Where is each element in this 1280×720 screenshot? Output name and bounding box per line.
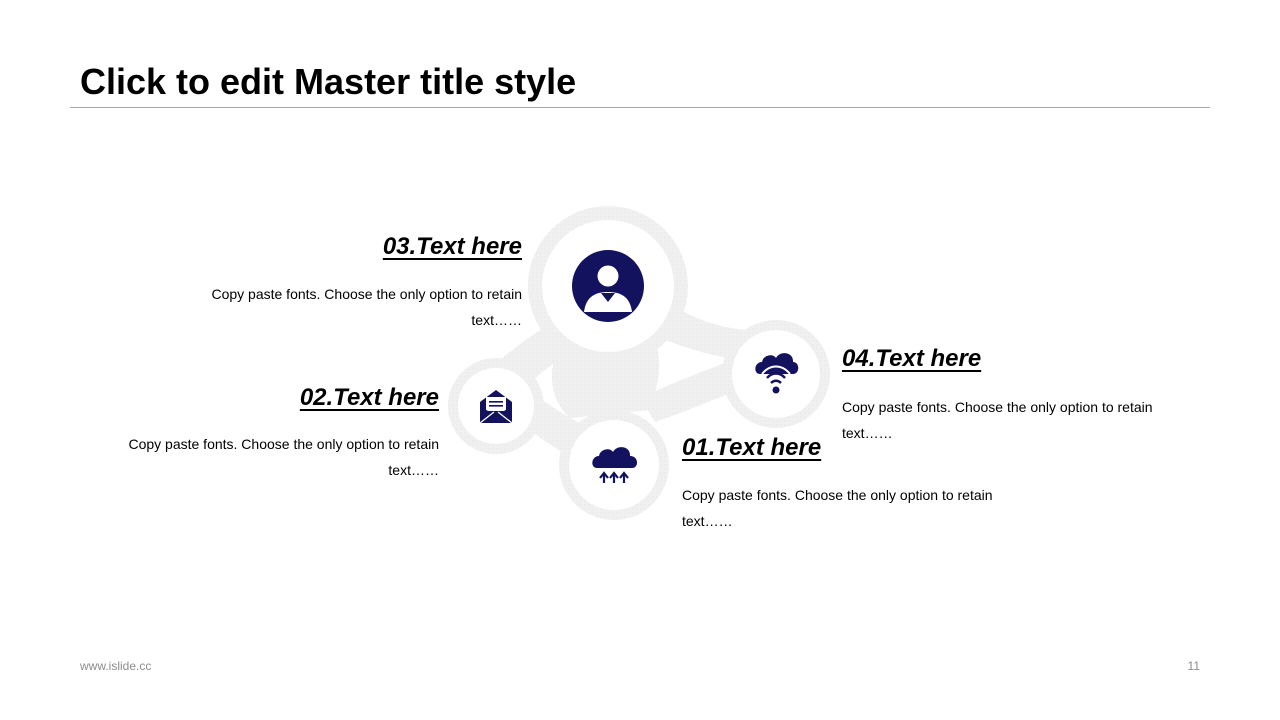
item-02-body: Copy paste fonts. Choose the only option…: [128, 436, 439, 478]
item-01-heading: 01.Text here: [682, 434, 822, 461]
node-01: [559, 410, 669, 520]
page-number: 11: [1187, 659, 1200, 673]
node-03: [528, 206, 688, 366]
item-03-heading: 03.Text here: [382, 233, 522, 260]
item-02-heading: 02.Text here: [299, 384, 439, 411]
connected-circles-diagram: [448, 206, 830, 520]
user-avatar-icon: [572, 250, 644, 322]
footer-website: www.islide.cc: [80, 659, 152, 673]
item-01-body: Copy paste fonts. Choose the only option…: [682, 487, 993, 529]
node-02: [448, 358, 544, 454]
node-04: [722, 320, 830, 428]
item-03-body: Copy paste fonts. Choose the only option…: [211, 286, 522, 328]
item-04-heading: 04.Text here: [842, 345, 982, 372]
